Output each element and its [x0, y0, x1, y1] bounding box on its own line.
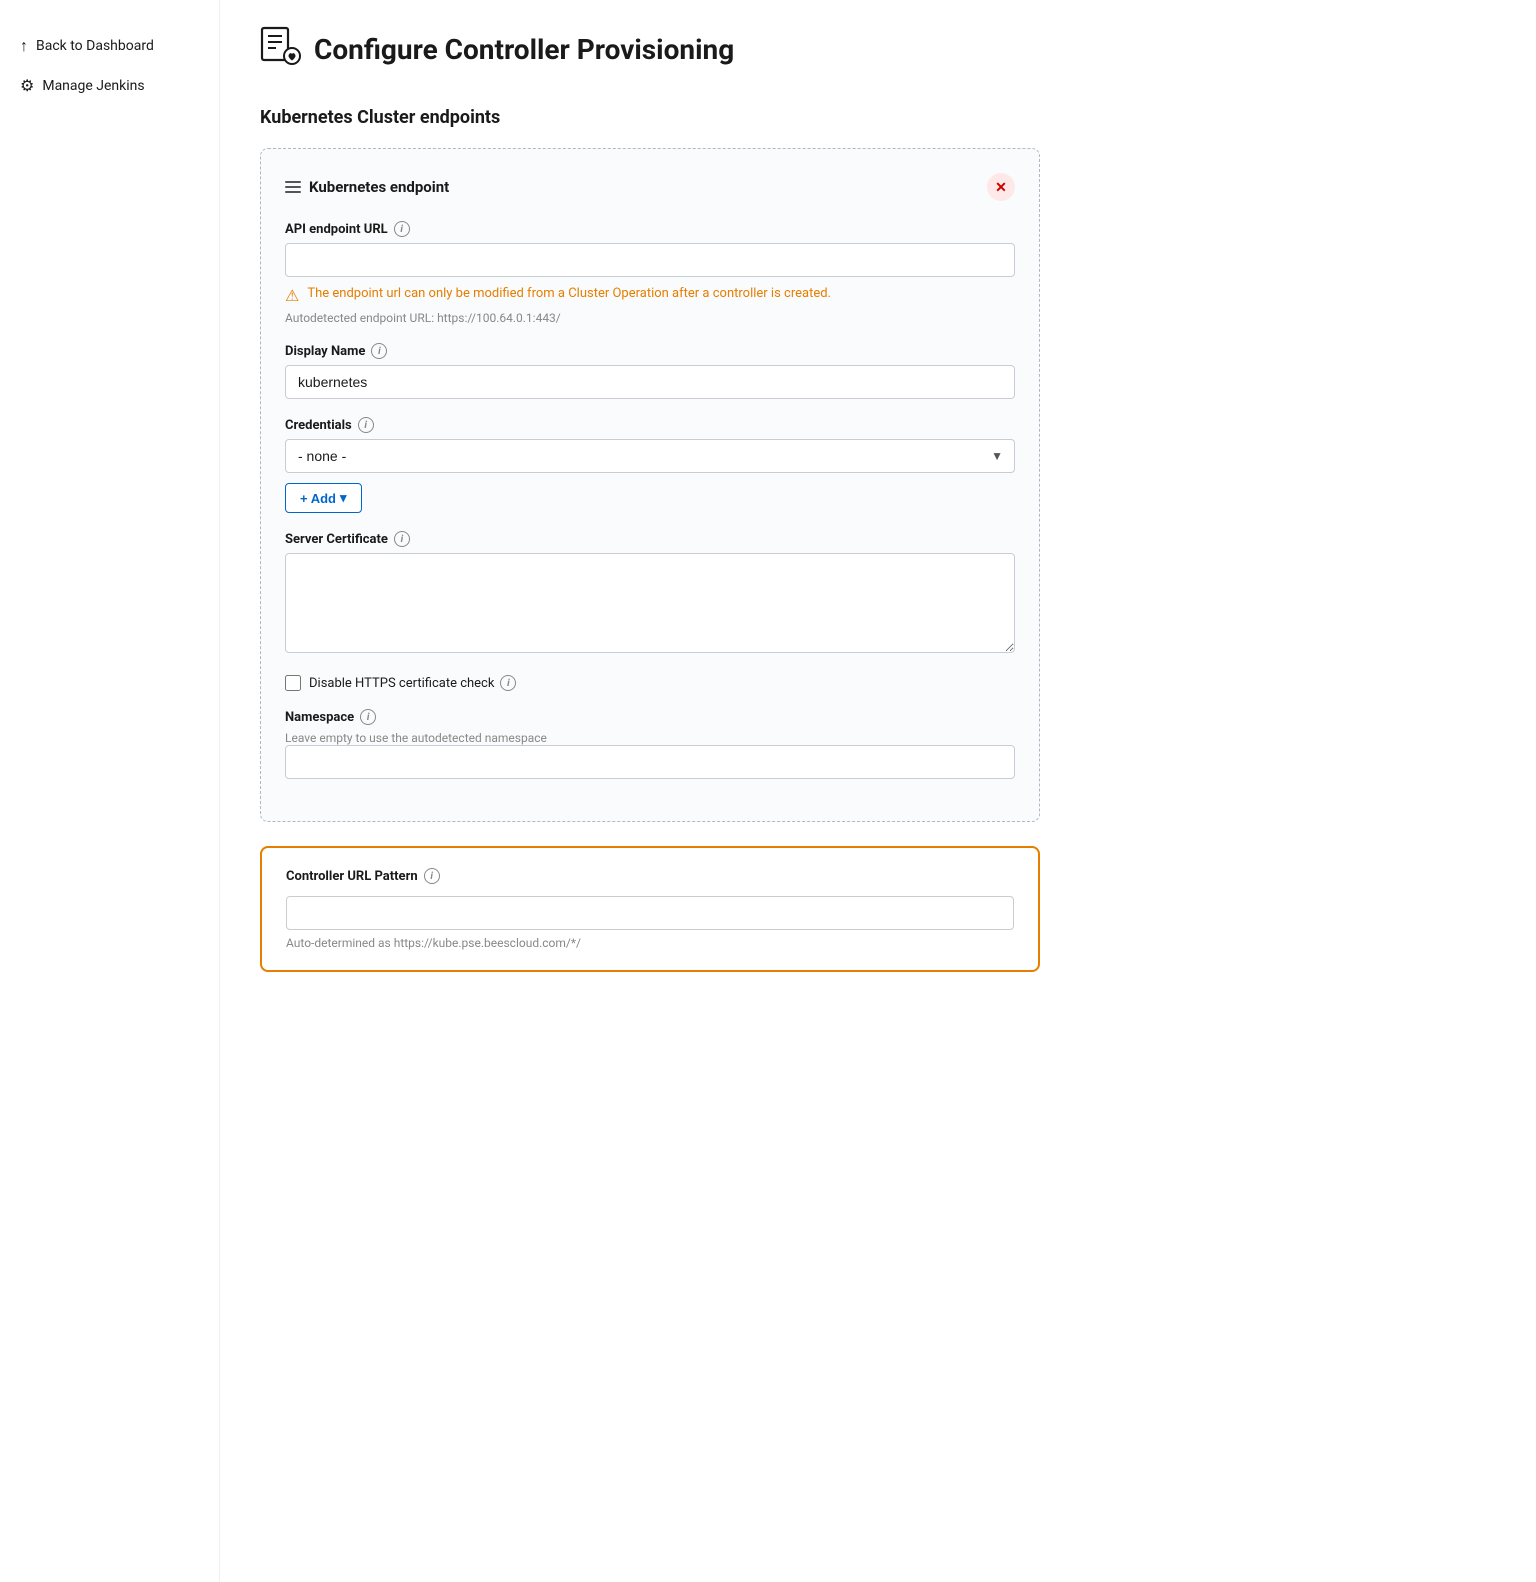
- controller-url-card: Controller URL Pattern i Auto-determined…: [260, 846, 1040, 972]
- endpoint-card-title: Kubernetes endpoint: [309, 178, 449, 196]
- manage-jenkins-link[interactable]: ⚙ Manage Jenkins: [16, 68, 203, 103]
- api-endpoint-field-group: API endpoint URL i ⚠ The endpoint url ca…: [285, 221, 1015, 325]
- server-certificate-textarea[interactable]: [285, 553, 1015, 653]
- add-credentials-button[interactable]: + Add ▾: [285, 483, 362, 513]
- server-certificate-label: Server Certificate i: [285, 531, 1015, 547]
- controller-url-input[interactable]: [286, 896, 1014, 930]
- manage-jenkins-label: Manage Jenkins: [42, 78, 144, 94]
- autodetect-url-text: Autodetected endpoint URL: https://100.6…: [285, 311, 1015, 325]
- section-title: Kubernetes Cluster endpoints: [260, 107, 1496, 128]
- disable-https-help-icon[interactable]: i: [500, 675, 516, 691]
- back-to-dashboard-label: Back to Dashboard: [36, 38, 154, 54]
- remove-endpoint-button[interactable]: ✕: [987, 173, 1015, 201]
- back-to-dashboard-link[interactable]: ↑ Back to Dashboard: [16, 28, 203, 64]
- display-name-help-icon[interactable]: i: [371, 343, 387, 359]
- namespace-label: Namespace i: [285, 709, 1015, 725]
- arrow-up-icon: ↑: [20, 36, 28, 56]
- add-btn-chevron-icon: ▾: [340, 490, 347, 506]
- display-name-input[interactable]: [285, 365, 1015, 399]
- controller-url-help-icon[interactable]: i: [424, 868, 440, 884]
- credentials-select-wrapper: - none - ▼: [285, 439, 1015, 473]
- server-certificate-field-group: Server Certificate i: [285, 531, 1015, 657]
- credentials-label: Credentials i: [285, 417, 1015, 433]
- warning-message: The endpoint url can only be modified fr…: [307, 285, 831, 303]
- page-title: Configure Controller Provisioning: [314, 33, 734, 66]
- card-header: Kubernetes endpoint ✕: [285, 173, 1015, 201]
- api-endpoint-input[interactable]: [285, 243, 1015, 277]
- namespace-input[interactable]: [285, 745, 1015, 779]
- kubernetes-endpoint-card: Kubernetes endpoint ✕ API endpoint URL i…: [260, 148, 1040, 822]
- namespace-field-group: Namespace i Leave empty to use the autod…: [285, 709, 1015, 779]
- page-icon: [260, 24, 302, 75]
- sidebar: ↑ Back to Dashboard ⚙ Manage Jenkins: [0, 0, 220, 1582]
- gear-icon: ⚙: [20, 76, 34, 95]
- credentials-select[interactable]: - none -: [285, 439, 1015, 473]
- namespace-hint-text: Leave empty to use the autodetected name…: [285, 731, 1015, 745]
- page-header: Configure Controller Provisioning: [260, 24, 1496, 75]
- display-name-label: Display Name i: [285, 343, 1015, 359]
- main-content: Configure Controller Provisioning Kubern…: [220, 0, 1536, 1582]
- api-endpoint-warning: ⚠ The endpoint url can only be modified …: [285, 285, 1015, 305]
- controller-url-title: Controller URL Pattern i: [286, 868, 1014, 884]
- warning-triangle-icon: ⚠: [285, 286, 299, 305]
- credentials-help-icon[interactable]: i: [358, 417, 374, 433]
- drag-handle-icon[interactable]: [285, 181, 301, 193]
- api-endpoint-help-icon[interactable]: i: [394, 221, 410, 237]
- card-header-left: Kubernetes endpoint: [285, 178, 449, 196]
- namespace-help-icon[interactable]: i: [360, 709, 376, 725]
- credentials-field-group: Credentials i - none - ▼ + Add ▾: [285, 417, 1015, 513]
- display-name-field-group: Display Name i: [285, 343, 1015, 399]
- disable-https-label: Disable HTTPS certificate check i: [309, 675, 516, 691]
- disable-https-row: Disable HTTPS certificate check i: [285, 675, 1015, 691]
- disable-https-checkbox[interactable]: [285, 675, 301, 691]
- api-endpoint-label: API endpoint URL i: [285, 221, 1015, 237]
- server-cert-help-icon[interactable]: i: [394, 531, 410, 547]
- auto-determined-text: Auto-determined as https://kube.pse.bees…: [286, 936, 1014, 950]
